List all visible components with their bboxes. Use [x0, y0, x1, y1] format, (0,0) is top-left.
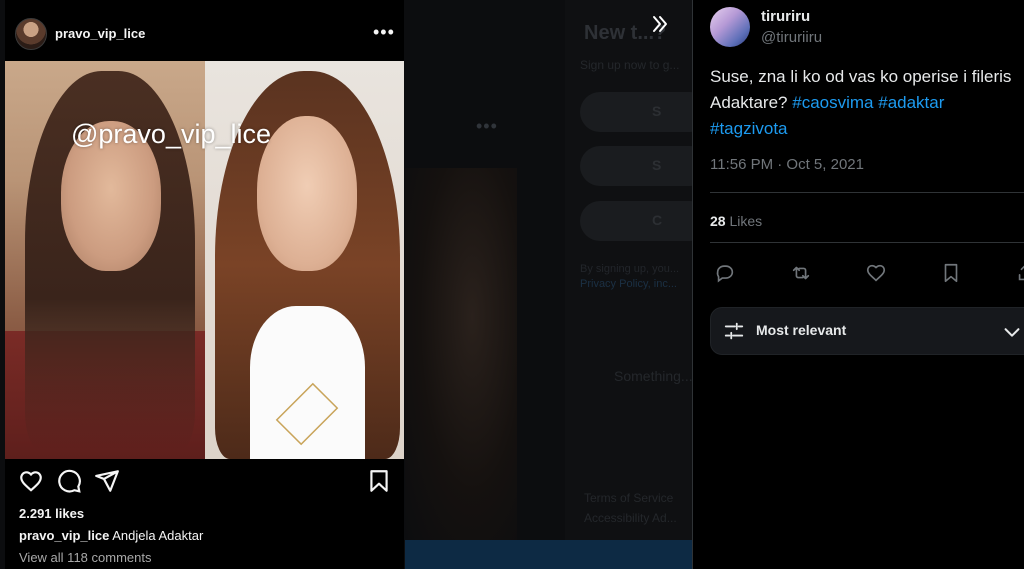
hashtag-link[interactable]: #tagzivota — [710, 119, 788, 138]
bookmark-icon[interactable] — [940, 262, 962, 284]
background-create-account-button: C — [580, 201, 710, 241]
expand-icon[interactable] — [648, 12, 672, 36]
background-footer: Terms of Service Accessibility Ad... — [584, 491, 677, 525]
avatar[interactable] — [710, 7, 750, 47]
replies-sort-dropdown[interactable]: Most relevant — [710, 307, 1024, 355]
chevron-down-icon — [1004, 328, 1020, 337]
tweet-display-name[interactable]: tiruriru — [761, 8, 810, 25]
post-image: @pravo_vip_lice — [5, 61, 404, 459]
post-username[interactable]: pravo_vip_lice — [55, 26, 145, 41]
bookmark-icon[interactable] — [366, 468, 392, 494]
reply-icon[interactable] — [714, 262, 736, 284]
background-subtitle: Sign up now to g... — [580, 58, 680, 72]
caption-text: Andjela Adaktar — [112, 528, 204, 543]
hashtag-link[interactable]: #caosvima — [792, 93, 873, 112]
divider — [710, 242, 1024, 243]
avatar[interactable] — [15, 18, 47, 50]
post-header: pravo_vip_lice ••• — [5, 0, 404, 60]
background-bottom-bar — [405, 540, 692, 569]
tweet-text: Suse, zna li ko od vas ko operise i file… — [710, 67, 1012, 138]
background-photo — [405, 168, 517, 540]
tweet-timestamp[interactable]: 11:56 PM · Oct 5, 2021 — [710, 156, 864, 173]
post-caption: pravo_vip_lice Andjela Adaktar — [19, 528, 203, 543]
tweet-panel: tiruriru @tiruriiru Suse, zna li ko od v… — [692, 0, 1024, 569]
background-signup-button-google: S — [580, 92, 710, 132]
tweet-handle[interactable]: @tiruriiru — [761, 29, 822, 46]
filter-icon — [724, 322, 744, 340]
background-terms: By signing up, you... Privacy Policy, in… — [580, 263, 680, 290]
background-signup-button-apple: S — [580, 146, 710, 186]
retweet-icon[interactable] — [790, 262, 812, 284]
share-icon[interactable] — [94, 468, 120, 494]
photo-watermark: @pravo_vip_lice — [71, 119, 272, 149]
caption-username[interactable]: pravo_vip_lice — [19, 528, 109, 543]
more-icon[interactable]: ••• — [373, 22, 395, 43]
background-more-icon: ••• — [476, 116, 498, 136]
hashtag-link[interactable]: #adaktar — [878, 93, 944, 112]
instagram-post: pravo_vip_lice ••• @pravo_vip_lice 2.291… — [5, 0, 404, 569]
tweet-actions — [710, 262, 1024, 286]
background-something-text: Something... — [614, 368, 693, 384]
comment-icon[interactable] — [56, 468, 82, 494]
view-comments-link[interactable]: View all 118 comments — [19, 550, 151, 565]
post-actions — [5, 468, 404, 498]
sort-label: Most relevant — [756, 322, 847, 338]
divider — [710, 192, 1024, 193]
like-icon[interactable] — [865, 262, 887, 284]
post-likes[interactable]: 2.291 likes — [19, 506, 84, 521]
share-icon[interactable] — [1015, 262, 1024, 284]
heart-icon[interactable] — [18, 468, 44, 494]
tweet-likes-stat[interactable]: 28 Likes — [710, 213, 762, 229]
